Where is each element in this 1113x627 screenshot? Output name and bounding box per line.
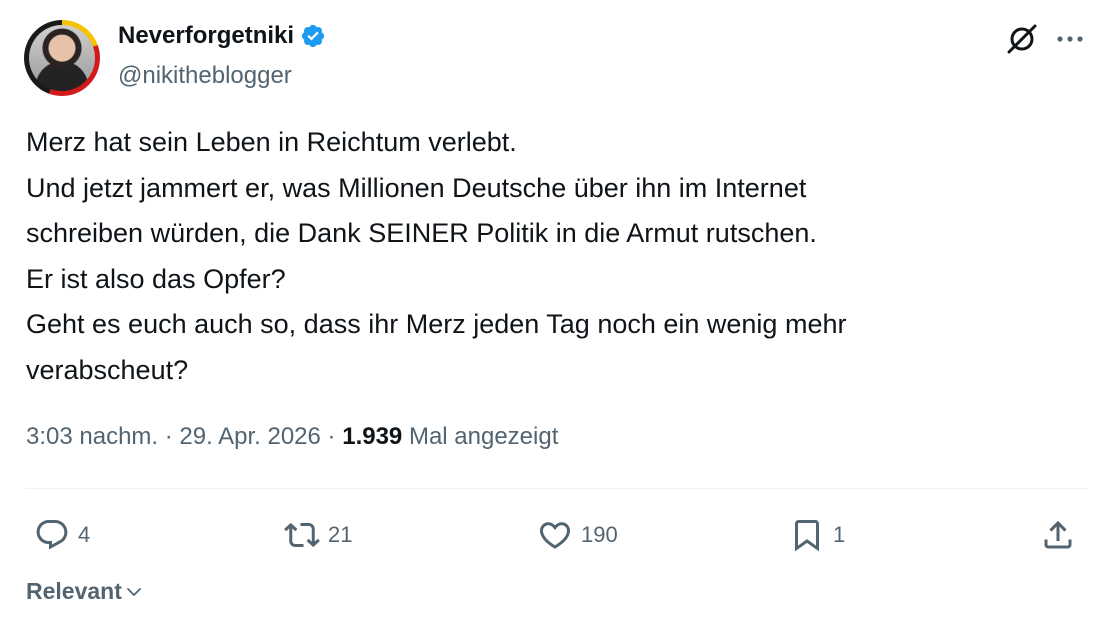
bookmark-icon	[795, 520, 819, 552]
sort-label: Relevant	[26, 578, 122, 604]
avatar-photo	[29, 25, 95, 91]
like-count: 190	[581, 522, 618, 547]
share-icon	[1044, 520, 1072, 549]
bookmark-button[interactable]: 1	[789, 515, 845, 555]
divider	[26, 488, 1088, 489]
bookmark-count: 1	[833, 522, 846, 547]
share-button[interactable]	[1040, 515, 1076, 555]
meta-separator: ·	[158, 423, 180, 450]
tweet-line: Und jetzt jammert er, was Millionen Deut…	[26, 172, 807, 203]
like-button[interactable]: 190	[537, 515, 618, 555]
verified-badge-icon	[301, 24, 325, 48]
tweet-line: Geht es euch auch so, dass ihr Merz jede…	[26, 309, 847, 339]
more-icon	[1057, 36, 1083, 42]
reply-count: 4	[78, 522, 91, 547]
tweet-text: Merz hat sein Leben in Reichtum verlebt.…	[26, 120, 1066, 393]
author-name-row: Neverforgetniki	[118, 22, 326, 50]
tweet-line: schreiben würden, die Dank SEINER Politi…	[26, 218, 817, 248]
tweet-meta: 3:03 nachm. · 29. Apr. 2026 · 1.939 Mal …	[26, 423, 558, 451]
reply-button[interactable]: 4	[34, 515, 90, 555]
tweet-line: verabscheut?	[26, 354, 189, 385]
author-handle[interactable]: @nikitheblogger	[118, 62, 292, 90]
repost-button[interactable]: 21	[284, 515, 352, 555]
chevron-down-icon	[126, 587, 141, 596]
repost-icon	[284, 522, 320, 548]
reply-icon	[36, 520, 68, 550]
avatar[interactable]	[24, 20, 100, 96]
heart-icon	[539, 522, 571, 549]
tweet-line: Merz hat sein Leben in Reichtum verlebt.	[26, 127, 517, 157]
views-label: Mal angezeigt	[408, 423, 559, 450]
display-name[interactable]: Neverforgetniki	[118, 22, 294, 50]
grok-button[interactable]	[1003, 20, 1041, 58]
tweet-time[interactable]: 3:03 nachm.	[26, 423, 158, 450]
sort-relevant-button[interactable]: Relevant	[26, 578, 144, 605]
repost-count: 21	[328, 522, 353, 547]
views-count: 1.939	[342, 423, 403, 450]
tweet-date[interactable]: 29. Apr. 2026	[179, 423, 320, 450]
more-button[interactable]	[1050, 20, 1090, 58]
meta-separator: ·	[320, 423, 343, 450]
grok-icon	[1007, 24, 1037, 54]
tweet-line: Er ist also das Opfer?	[26, 263, 286, 294]
